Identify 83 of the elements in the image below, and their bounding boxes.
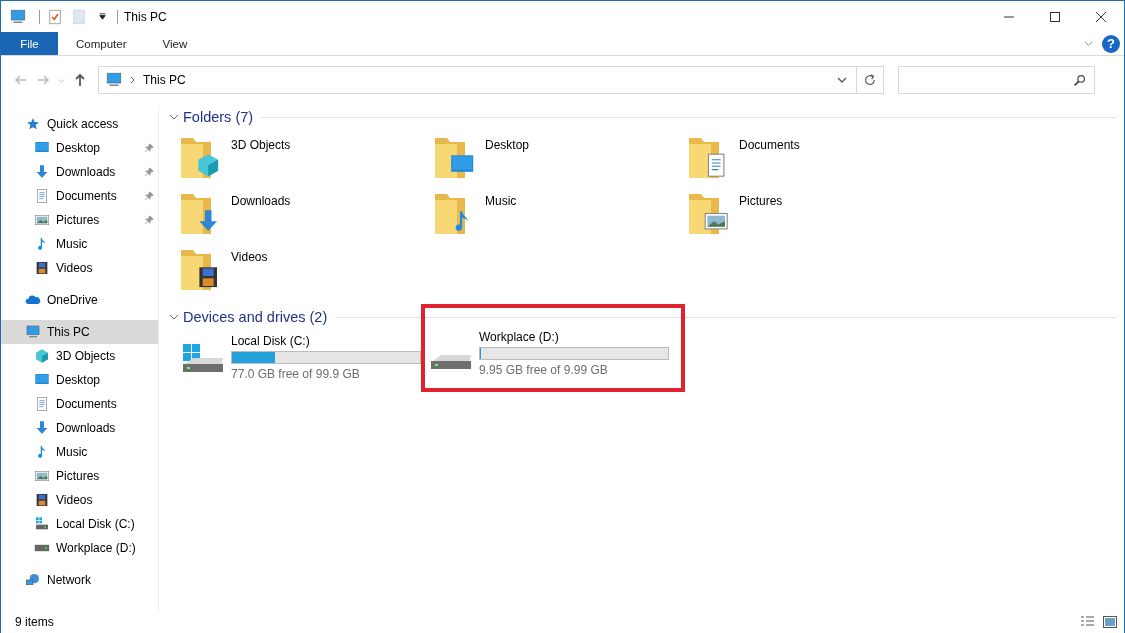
document-icon: [34, 188, 50, 204]
nav-item[interactable]: OneDrive: [1, 288, 158, 312]
properties-check-icon[interactable]: [46, 7, 64, 26]
nav-item[interactable]: Desktop: [1, 368, 158, 392]
nav-item[interactable]: Videos: [1, 488, 158, 512]
network-icon: [25, 572, 41, 588]
nav-item[interactable]: Network: [1, 568, 158, 592]
collapse-chevron-icon[interactable]: [169, 312, 179, 322]
nav-item[interactable]: Videos: [1, 256, 158, 280]
free-space-text: 9.95 GB free of 9.99 GB: [479, 363, 609, 377]
search-icon: [1073, 73, 1086, 87]
nav-item[interactable]: Music: [1, 440, 158, 464]
maximize-icon: [1049, 10, 1061, 23]
computer-icon: [9, 7, 27, 26]
film-icon: [34, 260, 50, 276]
picture-icon: [34, 468, 50, 484]
folder-tile[interactable]: Downloads: [179, 190, 433, 246]
film-icon: [34, 492, 50, 508]
folder-name: Pictures: [739, 193, 783, 208]
folder-name: Documents: [739, 137, 800, 152]
free-space-text: 77.0 GB free of 99.9 GB: [231, 367, 361, 381]
refresh-icon: [863, 73, 877, 87]
pin-icon: [144, 191, 154, 201]
nav-item[interactable]: Pictures: [1, 208, 158, 232]
windows-drive-icon: [34, 516, 50, 532]
breadcrumb-chevron-icon: [129, 76, 137, 84]
collapse-chevron-icon[interactable]: [169, 112, 179, 122]
search-field[interactable]: [898, 66, 1095, 94]
drive-tile[interactable]: Workplace (D:) 9.95 GB free of 9.99 GB: [421, 304, 685, 392]
folder-tile[interactable]: Desktop: [433, 134, 687, 190]
pin-icon: [144, 143, 154, 153]
cube-icon: [34, 348, 50, 364]
nav-item[interactable]: Documents: [1, 184, 158, 208]
folder-name: Desktop: [485, 137, 530, 152]
picture-icon: [34, 212, 50, 228]
address-bar[interactable]: This PC: [98, 66, 884, 94]
drive-name: Local Disk (C:): [231, 334, 311, 348]
large-icons-view-icon[interactable]: [1102, 614, 1118, 630]
address-path: This PC: [143, 73, 186, 87]
folder-tile[interactable]: Music: [433, 190, 687, 246]
nav-item[interactable]: Downloads: [1, 160, 158, 184]
ribbon-tab[interactable]: View: [144, 32, 206, 55]
star-icon: [25, 116, 41, 132]
download-arrow-icon: [34, 420, 50, 436]
nav-item[interactable]: Music: [1, 232, 158, 256]
minimize-icon: [1003, 15, 1015, 18]
pin-icon: [144, 215, 154, 225]
document-icon: [34, 396, 50, 412]
computer-icon: [105, 71, 123, 89]
nav-item[interactable]: Pictures: [1, 464, 158, 488]
folder-name: Downloads: [231, 193, 291, 208]
nav-item[interactable]: Workplace (D:): [1, 536, 158, 560]
drive-name: Workplace (D:): [479, 330, 560, 344]
drive-icon: [34, 544, 50, 552]
expand-ribbon-chevron-icon[interactable]: [1083, 38, 1094, 49]
folder-name: Videos: [231, 249, 268, 264]
nav-item[interactable]: Local Disk (C:): [1, 512, 158, 536]
nav-item[interactable]: Desktop: [1, 136, 158, 160]
nav-item[interactable]: This PC: [1, 320, 158, 344]
nav-item[interactable]: Downloads: [1, 416, 158, 440]
pin-icon: [144, 167, 154, 177]
folder-name: Music: [485, 193, 517, 208]
folder-name: 3D Objects: [231, 137, 291, 152]
download-arrow-icon: [34, 164, 50, 180]
computer-icon: [25, 324, 41, 340]
nav-item[interactable]: 3D Objects: [1, 344, 158, 368]
group-heading: Folders (7): [183, 109, 254, 125]
nav-item[interactable]: Documents: [1, 392, 158, 416]
window-title: This PC: [124, 9, 167, 24]
folder-tile[interactable]: Documents: [687, 134, 941, 190]
folder-tile[interactable]: 3D Objects: [179, 134, 433, 190]
help-button[interactable]: ?: [1102, 34, 1120, 53]
close-icon: [1095, 10, 1107, 23]
nav-item[interactable]: Quick access: [1, 112, 158, 136]
customize-caret-icon[interactable]: [98, 12, 107, 21]
file-tab[interactable]: File: [1, 32, 58, 55]
item-count: 9 items: [15, 615, 54, 629]
drive-tile[interactable]: Local Disk (C:) 77.0 GB free of 99.9 GB: [173, 330, 421, 388]
folder-tile[interactable]: Pictures: [687, 190, 941, 246]
folder-tile[interactable]: Videos: [179, 246, 433, 302]
drive-icon: [430, 354, 472, 370]
ribbon-tab[interactable]: Computer: [58, 32, 145, 55]
group-heading: Devices and drives (2): [183, 309, 328, 325]
